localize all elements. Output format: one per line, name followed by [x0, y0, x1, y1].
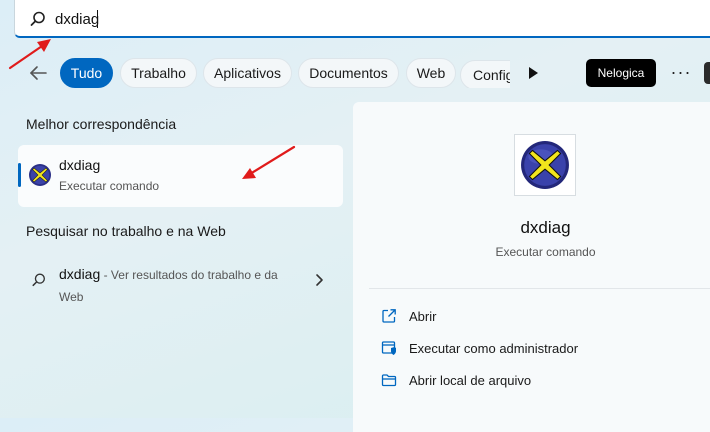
- filter-chip-trabalho[interactable]: Trabalho: [120, 58, 197, 88]
- filter-chip-configuracoes-clip: Configurações: [460, 58, 510, 88]
- result-name: dxdiag: [59, 157, 101, 173]
- selection-indicator: [18, 163, 21, 187]
- dxdiag-large-icon: [521, 141, 569, 189]
- scroll-right-icon[interactable]: [527, 66, 539, 80]
- web-search-text: dxdiag - Ver resultados do trabalho e da…: [59, 264, 279, 308]
- filter-chip-documentos[interactable]: Documentos: [298, 58, 399, 88]
- folder-icon: [381, 374, 397, 387]
- action-open-file-location-label: Abrir local de arquivo: [409, 373, 532, 388]
- web-search-query: dxdiag: [59, 266, 101, 282]
- filter-chip-tudo[interactable]: Tudo: [60, 58, 113, 88]
- profile-picture[interactable]: [704, 62, 710, 84]
- filter-chip-aplicativos[interactable]: Aplicativos: [203, 58, 292, 88]
- arrow-left-icon[interactable]: [28, 63, 48, 83]
- detail-panel: dxdiag Executar comando Abrir Executar c…: [353, 102, 710, 432]
- action-open-label: Abrir: [409, 309, 437, 324]
- web-search-result[interactable]: dxdiag - Ver resultados do trabalho e da…: [18, 256, 343, 306]
- action-run-as-admin-label: Executar como administrador: [409, 341, 579, 356]
- filter-chip-configuracoes[interactable]: Configurações: [460, 60, 510, 88]
- filter-chip-web[interactable]: Web: [406, 58, 456, 88]
- dxdiag-large-icon-frame: [514, 134, 576, 196]
- chevron-right-icon[interactable]: [314, 273, 324, 287]
- more-options-icon[interactable]: ···: [668, 62, 694, 84]
- open-external-icon: [382, 309, 396, 323]
- search-bar[interactable]: [14, 0, 710, 38]
- detail-subtitle: Executar comando: [495, 245, 596, 259]
- dxdiag-icon: [29, 164, 51, 186]
- search-icon: [32, 273, 45, 287]
- org-badge[interactable]: Nelogica: [586, 59, 656, 87]
- detail-title: dxdiag: [520, 218, 571, 237]
- filter-bar: Tudo Trabalho Aplicativos Documentos Web…: [0, 56, 710, 90]
- action-run-as-admin[interactable]: Executar como administrador: [381, 338, 681, 360]
- best-match-result[interactable]: dxdiag Executar comando: [18, 145, 343, 207]
- text-caret: [97, 10, 98, 28]
- detail-divider: [369, 288, 710, 289]
- best-match-heading: Melhor correspondência: [26, 116, 177, 132]
- web-search-heading: Pesquisar no trabalho e na Web: [26, 223, 226, 239]
- search-icon: [30, 11, 45, 26]
- result-subtitle: Executar comando: [59, 179, 160, 193]
- action-open[interactable]: Abrir: [381, 306, 681, 328]
- action-open-file-location[interactable]: Abrir local de arquivo: [381, 370, 681, 392]
- search-input[interactable]: [55, 6, 655, 32]
- shield-admin-icon: [381, 341, 396, 355]
